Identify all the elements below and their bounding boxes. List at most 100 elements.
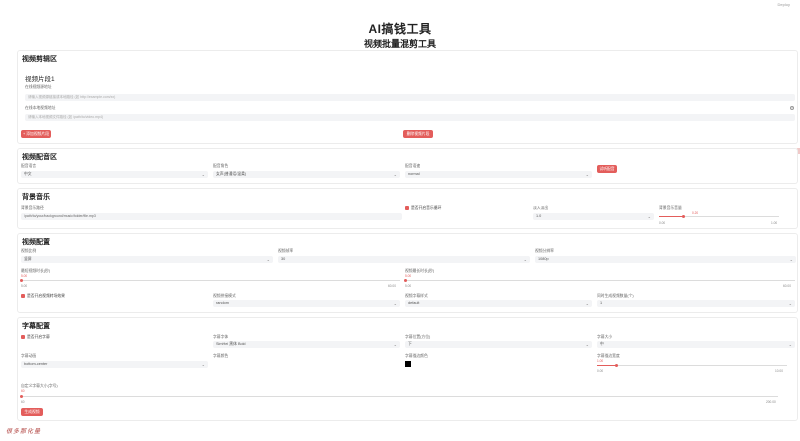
font-size-handle[interactable]: [19, 395, 23, 398]
stroke-color-swatch[interactable]: [405, 361, 411, 367]
subtitle-panel: 字幕配置 是否开启字幕 字幕字体 SimHei 黑体 Bold ⌄ 字幕位置(方位…: [17, 317, 798, 421]
volume-max: 1.00: [771, 221, 778, 225]
stroke-width-value: 1.00: [597, 359, 604, 363]
chevron-down-icon: ⌄: [789, 257, 793, 262]
chevron-down-icon: ⌄: [585, 172, 589, 177]
stroke-width-max: 10.00: [775, 369, 783, 373]
chevron-down-icon: ⌄: [647, 214, 651, 219]
chevron-down-icon: ⌄: [523, 257, 527, 262]
deploy-menu[interactable]: Deploy: [778, 2, 790, 7]
min-duration-value: 5.00: [21, 274, 28, 278]
font-size-value: 60: [21, 389, 25, 393]
chevron-down-icon: ⌄: [585, 301, 589, 306]
font-value: SimHei 黑体 Bold: [216, 342, 246, 346]
fps-value: 30: [281, 257, 286, 261]
anim-select[interactable]: bottom-center ⌄: [21, 361, 208, 368]
ratio-value: 竖屏: [24, 257, 32, 261]
sub-style-value: default: [408, 301, 420, 305]
res-select[interactable]: 1080p ⌄: [535, 256, 796, 263]
chevron-down-icon: ⌄: [788, 301, 792, 306]
count-value: 1: [600, 301, 603, 305]
count-label: 同时生成视频数量(个): [597, 294, 634, 298]
transition-label: 是否开启视频转场效果: [27, 294, 65, 298]
max-duration-max: 60.00: [783, 284, 791, 288]
dub-panel: 视频配音区 配音语言 中文 ⌄ 配音角色 女声(普通话/温柔) ⌄ 配音语速 nor…: [17, 148, 798, 184]
chevron-down-icon: ⌄: [585, 342, 589, 347]
subtitle-enable-label: 是否开启字幕: [27, 335, 50, 339]
max-duration-value: 5.00: [405, 274, 412, 278]
app-title: AI搞钱工具: [368, 22, 432, 36]
dub-voice-select[interactable]: 女声(普通话/温柔) ⌄: [213, 171, 400, 178]
sub-style-label: 视频字幕样式: [405, 294, 428, 298]
volume-value: 0.20: [692, 211, 699, 215]
volume-slider-handle[interactable]: [681, 215, 685, 218]
size-select[interactable]: 中 ⌄: [597, 341, 795, 348]
dub-speed-label: 配音语速: [405, 164, 421, 168]
clip-panel-title: 视频剪辑区: [22, 56, 57, 63]
chevron-down-icon: ⌄: [266, 257, 270, 262]
min-duration-handle[interactable]: [19, 279, 23, 282]
help-icon[interactable]: ?: [790, 106, 794, 110]
generate-video-button[interactable]: 生成视频: [21, 408, 43, 416]
stroke-width-slider[interactable]: [597, 365, 787, 366]
dub-panel-title: 视频配音区: [22, 154, 57, 161]
fade-select[interactable]: 1.0 ⌄: [533, 213, 654, 220]
transition-checkbox[interactable]: [21, 294, 25, 298]
music-path-input[interactable]: /path/to/your/background/music/folder/fi…: [21, 213, 402, 220]
pos-label: 字幕位置(方位): [405, 335, 431, 339]
fps-label: 视频帧率: [278, 249, 294, 253]
ratio-select[interactable]: 竖屏 ⌄: [21, 256, 273, 263]
font-size-slider[interactable]: [21, 396, 778, 397]
concat-label: 视频拼接模式: [213, 294, 236, 298]
video-panel: 视频配置 视频比例 竖屏 ⌄ 视频帧率 30 ⌄ 视频分辨率 1080p ⌄ 最短视频…: [17, 233, 798, 313]
min-duration-max: 60.00: [388, 284, 396, 288]
anim-label: 字幕动画: [21, 354, 37, 358]
fade-label: 淡入淡出: [533, 206, 549, 210]
stroke-width-handle[interactable]: [614, 364, 618, 367]
count-select[interactable]: 1 ⌄: [597, 300, 795, 307]
url-input[interactable]: 请输入视频源链接或本地路径 (如 http://example.com/xx): [25, 94, 795, 101]
fps-select[interactable]: 30 ⌄: [278, 256, 530, 263]
app-subtitle: 视频批量混剪工具: [363, 39, 436, 49]
music-panel: 背景音乐 背景音乐路径 /path/to/your/background/mus…: [17, 188, 798, 229]
stroke-width-min: 0.00: [597, 369, 604, 373]
max-duration-handle[interactable]: [403, 279, 407, 282]
anim-value: bottom-center: [24, 362, 48, 366]
chevron-down-icon: ⌄: [393, 301, 397, 306]
min-duration-slider[interactable]: [21, 280, 400, 281]
dub-speed-value: normal: [408, 172, 420, 176]
dub-lang-select[interactable]: 中文 ⌄: [21, 171, 208, 178]
volume-slider-fill: [659, 216, 683, 217]
volume-min: 0.00: [659, 221, 666, 225]
volume-label: 背景音乐音量: [659, 206, 682, 210]
music-panel-title: 背景音乐: [22, 194, 50, 201]
pos-select[interactable]: 下 ⌄: [405, 341, 592, 348]
subtitle-enable-checkbox[interactable]: [21, 335, 25, 339]
add-clip-button[interactable]: + 添加视频片段: [21, 130, 51, 138]
sub-style-select[interactable]: default ⌄: [405, 300, 592, 307]
subtitle-panel-title: 字幕配置: [22, 323, 50, 330]
stroke-width-fill: [597, 365, 616, 366]
font-select[interactable]: SimHei 黑体 Bold ⌄: [213, 341, 400, 348]
local-input[interactable]: 请输入本地视频文件路径 (如 /path/to/video.mp4): [25, 114, 795, 121]
chevron-down-icon: ⌄: [201, 362, 205, 367]
font-size-max: 200.00: [766, 400, 776, 404]
concat-value: random: [216, 301, 229, 305]
music-loop-checkbox[interactable]: [405, 206, 409, 210]
ratio-label: 视频比例: [21, 249, 37, 253]
font-label: 字幕字体: [213, 335, 229, 339]
concat-select[interactable]: random ⌄: [213, 300, 400, 307]
font-size-label: 自定义字幕大小(字号): [21, 384, 58, 388]
test-dub-button[interactable]: 试听配音: [597, 165, 617, 173]
size-value: 中: [600, 342, 604, 346]
video-panel-title: 视频配置: [22, 239, 50, 246]
max-duration-slider[interactable]: [405, 280, 795, 281]
dub-speed-select[interactable]: normal ⌄: [405, 171, 592, 178]
res-label: 视频分辨率: [535, 249, 554, 253]
fade-value: 1.0: [536, 214, 542, 218]
url-label: 在线视频源地址: [25, 85, 52, 89]
chevron-down-icon: ⌄: [788, 342, 792, 347]
clip-panel: 视频剪辑区 视频片段1 在线视频源地址 请输入视频源链接或本地路径 (如 htt…: [17, 50, 798, 144]
delete-clip-button[interactable]: 删除视频片段: [403, 130, 433, 138]
dub-lang-value: 中文: [24, 172, 32, 176]
